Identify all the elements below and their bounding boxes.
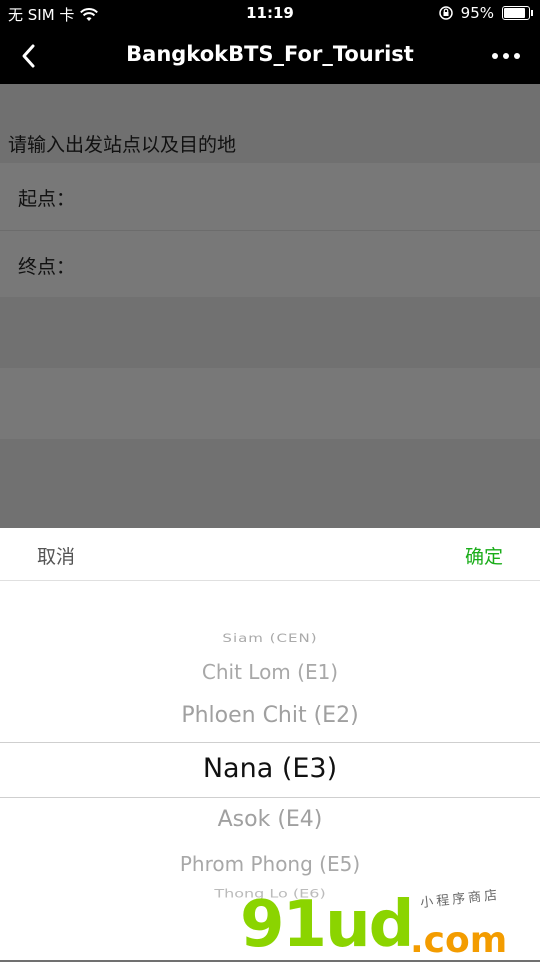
chevron-left-icon[interactable] xyxy=(16,42,44,70)
more-dots-icon[interactable] xyxy=(492,44,520,68)
picker-option[interactable]: Phloen Chit (E2) xyxy=(0,703,540,728)
picker-option[interactable]: Chit Lom (E1) xyxy=(0,660,540,684)
empty-band xyxy=(0,368,540,439)
empty-band xyxy=(0,439,540,528)
battery-icon xyxy=(502,6,533,20)
start-station-field[interactable]: 起点： xyxy=(0,163,540,231)
nav-bar: BangkokBTS_For_Tourist xyxy=(0,28,540,84)
end-station-field[interactable]: 终点： xyxy=(0,231,540,297)
page-title: BangkokBTS_For_Tourist xyxy=(126,42,414,66)
status-bar: 无 SIM 卡 11:19 95% xyxy=(0,0,540,28)
confirm-button[interactable]: 确定 xyxy=(465,542,503,569)
cancel-button[interactable]: 取消 xyxy=(37,542,75,569)
picker-option[interactable]: Asok (E4) xyxy=(0,807,540,832)
battery-fill xyxy=(504,8,525,18)
battery-percent: 95% xyxy=(460,4,494,22)
picker-option[interactable]: Phrom Phong (E5) xyxy=(0,852,540,876)
picker-toolbar: 取消 确定 xyxy=(0,528,540,581)
picker-option-selected[interactable]: Nana (E3) xyxy=(0,753,540,784)
orientation-lock-icon xyxy=(438,6,453,20)
empty-band xyxy=(0,297,540,368)
end-label: 终点： xyxy=(18,256,76,278)
picker-wheel[interactable]: Siam (CEN) Chit Lom (E1) Phloen Chit (E2… xyxy=(0,580,540,960)
page-content: 请输入出发站点以及目的地 起点： 终点： xyxy=(0,84,540,528)
start-label: 起点： xyxy=(18,188,76,210)
selection-line-bottom xyxy=(0,797,540,798)
selection-line-top xyxy=(0,742,540,743)
station-picker: 取消 确定 Siam (CEN) Chit Lom (E1) Phloen Ch… xyxy=(0,528,540,960)
status-right: 95% xyxy=(438,4,533,22)
picker-option[interactable]: Thong Lo (E6) xyxy=(0,887,540,900)
form-prompt: 请输入出发站点以及目的地 xyxy=(8,134,237,156)
picker-option[interactable]: Siam (CEN) xyxy=(0,631,540,645)
more-dot xyxy=(503,53,509,59)
more-dot xyxy=(492,53,498,59)
more-dot xyxy=(514,53,520,59)
